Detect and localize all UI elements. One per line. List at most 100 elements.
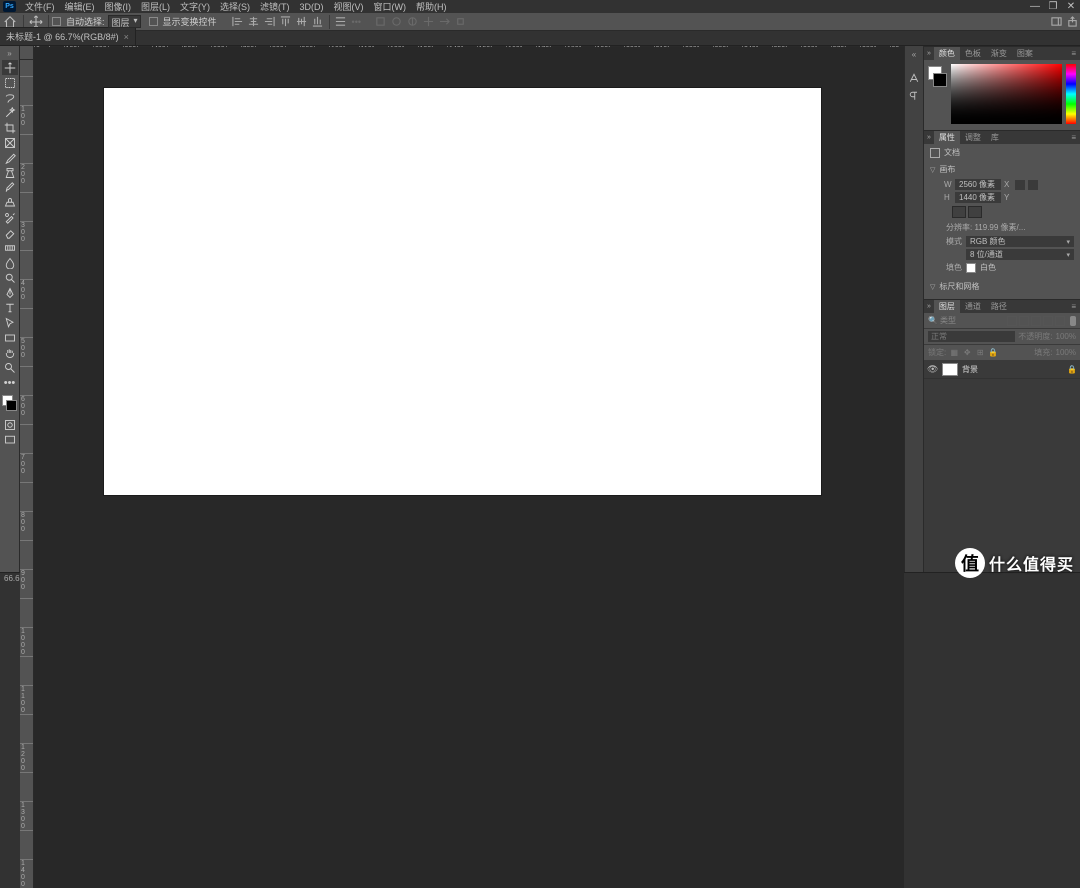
marquee-tool[interactable]	[2, 75, 18, 90]
share-icon[interactable]	[1065, 15, 1079, 29]
tab-adjustments[interactable]: 调整	[960, 131, 986, 145]
layer-row[interactable]: 👁 背景 🔒	[924, 361, 1080, 379]
layer-visibility-icon[interactable]: 👁	[927, 364, 938, 375]
zoom-tool[interactable]	[2, 360, 18, 375]
filter-toggle[interactable]	[1070, 316, 1076, 326]
filter-shape-icon[interactable]	[1043, 316, 1053, 326]
pen-tool[interactable]	[2, 285, 18, 300]
align-middle-icon[interactable]	[295, 15, 309, 29]
menu-type[interactable]: 文字(Y)	[175, 0, 215, 13]
lock-all-icon[interactable]: 🔒	[988, 348, 998, 358]
auto-select-dropdown[interactable]: 图层	[108, 15, 141, 28]
portrait-btn-icon[interactable]	[952, 206, 966, 218]
align-top-icon[interactable]	[279, 15, 293, 29]
lock-position-icon[interactable]: ✥	[962, 348, 972, 358]
show-transform-checkbox[interactable]	[149, 17, 158, 26]
layer-lock-icon[interactable]: 🔒	[1067, 365, 1077, 374]
menu-3d[interactable]: 3D(D)	[295, 2, 329, 12]
tab-properties[interactable]: 属性	[934, 131, 960, 145]
healing-brush-tool[interactable]	[2, 165, 18, 180]
rectangle-tool[interactable]	[2, 330, 18, 345]
distribute-icon[interactable]	[334, 15, 348, 29]
fill-opacity-value[interactable]: 100%	[1056, 348, 1076, 357]
layer-name[interactable]: 背景	[962, 364, 1063, 375]
menu-file[interactable]: 文件(F)	[20, 0, 60, 13]
canvas-twisty-icon[interactable]: ▽	[930, 166, 935, 174]
color-field[interactable]	[951, 64, 1062, 124]
landscape-btn-icon[interactable]	[968, 206, 982, 218]
menu-help[interactable]: 帮助(H)	[411, 0, 452, 13]
document-tab[interactable]: 未标题-1 @ 66.7%(RGB/8#) ×	[0, 27, 136, 45]
props-collapse-icon[interactable]: »	[924, 134, 934, 141]
tools-collapse-icon[interactable]: »	[7, 49, 11, 58]
gradient-tool[interactable]	[2, 240, 18, 255]
tab-gradients[interactable]: 渐变	[986, 47, 1012, 61]
dodge-tool[interactable]	[2, 270, 18, 285]
eyedropper-tool[interactable]	[2, 150, 18, 165]
crop-tool[interactable]	[2, 120, 18, 135]
color-panel-menu-icon[interactable]: ≡	[1067, 49, 1080, 58]
hue-slider[interactable]	[1066, 64, 1076, 124]
magic-wand-tool[interactable]	[2, 105, 18, 120]
filter-type-icon[interactable]	[1031, 316, 1041, 326]
opacity-value[interactable]: 100%	[1056, 332, 1076, 341]
layers-collapse-icon[interactable]: »	[924, 303, 934, 310]
history-brush-tool[interactable]	[2, 210, 18, 225]
lock-pixels-icon[interactable]: ▦	[949, 348, 959, 358]
align-right-icon[interactable]	[263, 15, 277, 29]
tab-paths[interactable]: 路径	[986, 300, 1012, 314]
bit-depth-dropdown[interactable]: 8 位/通道	[966, 249, 1074, 260]
blend-mode-dropdown[interactable]: 正常	[928, 331, 1015, 342]
color-mode-dropdown[interactable]: RGB 颜色	[966, 236, 1074, 247]
menu-image[interactable]: 图像(I)	[100, 0, 137, 13]
menu-window[interactable]: 窗口(W)	[369, 0, 412, 13]
align-center-h-icon[interactable]	[247, 15, 261, 29]
hand-tool[interactable]	[2, 345, 18, 360]
window-close[interactable]: ✕	[1062, 1, 1080, 12]
lock-artboard-icon[interactable]: ⊞	[975, 348, 985, 358]
tab-layers[interactable]: 图层	[934, 300, 960, 314]
clone-stamp-tool[interactable]	[2, 195, 18, 210]
layer-filter-kind[interactable]: 类型	[940, 315, 1005, 326]
rulers-twisty-icon[interactable]: ▽	[930, 283, 935, 291]
fill-swatch[interactable]	[966, 263, 976, 273]
tab-color[interactable]: 颜色	[934, 47, 960, 61]
screenmode-icon[interactable]	[2, 432, 18, 447]
tab-swatches[interactable]: 色板	[960, 47, 986, 61]
character-panel-icon[interactable]	[907, 71, 921, 85]
paragraph-panel-icon[interactable]	[907, 89, 921, 103]
edit-toolbar-icon[interactable]: •••	[2, 375, 18, 390]
menu-view[interactable]: 视图(V)	[329, 0, 369, 13]
tab-channels[interactable]: 通道	[960, 300, 986, 314]
orientation-landscape-icon[interactable]	[1028, 180, 1038, 190]
move-tool[interactable]	[2, 60, 18, 75]
menu-filter[interactable]: 滤镜(T)	[255, 0, 295, 13]
tab-libraries[interactable]: 库	[986, 131, 1004, 145]
window-minimize[interactable]: —	[1026, 1, 1044, 12]
layer-thumbnail[interactable]	[942, 363, 958, 376]
color-collapse-icon[interactable]: »	[924, 50, 934, 57]
panel-toggle-icon[interactable]	[1049, 15, 1063, 29]
quickmask-icon[interactable]	[2, 417, 18, 432]
auto-select-checkbox[interactable]	[52, 17, 61, 26]
tab-patterns[interactable]: 图案	[1012, 47, 1038, 61]
filter-smart-icon[interactable]	[1055, 316, 1065, 326]
ruler-vertical[interactable]: 0100200300400500600700800900100011001200…	[20, 47, 34, 888]
menu-edit[interactable]: 编辑(E)	[60, 0, 100, 13]
layers-panel-menu-icon[interactable]: ≡	[1067, 302, 1080, 311]
window-restore[interactable]: ❐	[1044, 1, 1062, 12]
align-left-icon[interactable]	[231, 15, 245, 29]
brush-tool[interactable]	[2, 180, 18, 195]
blur-tool[interactable]	[2, 255, 18, 270]
filter-pixel-icon[interactable]	[1007, 316, 1017, 326]
ruler-corner[interactable]	[20, 46, 34, 60]
document-tab-close[interactable]: ×	[124, 32, 129, 42]
canvas-background[interactable]	[34, 47, 904, 888]
type-tool[interactable]	[2, 300, 18, 315]
align-more-icon[interactable]: •••	[352, 17, 361, 27]
color-background-swatch[interactable]	[933, 73, 947, 87]
orientation-portrait-icon[interactable]	[1015, 180, 1025, 190]
frame-tool[interactable]	[2, 135, 18, 150]
props-panel-menu-icon[interactable]: ≡	[1067, 133, 1080, 142]
panel-strip-collapse-icon[interactable]: «	[912, 50, 916, 59]
